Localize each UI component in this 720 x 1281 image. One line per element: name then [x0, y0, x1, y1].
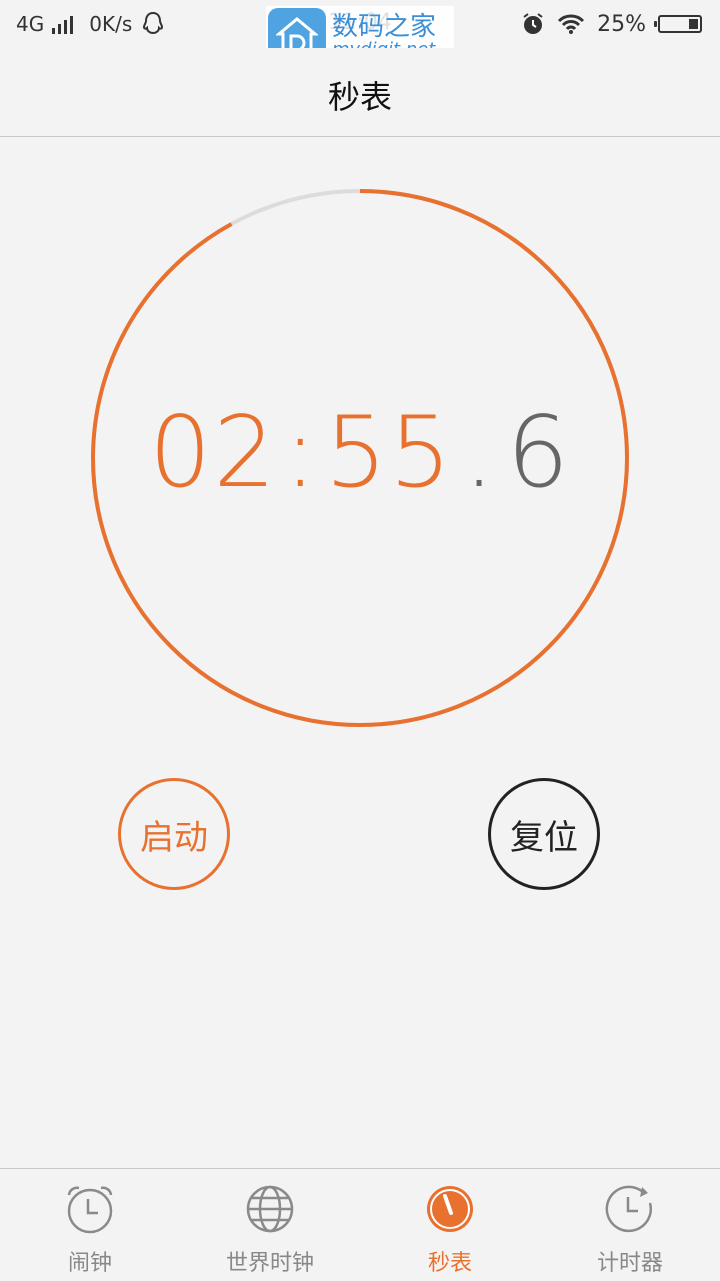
battery-level [689, 19, 698, 29]
watermark-name: 数码之家 [332, 11, 437, 42]
wifi-icon [558, 14, 585, 34]
tab-label: 闹钟 [67, 1251, 112, 1276]
globe-icon [246, 1185, 294, 1233]
start-button[interactable]: 启动 [118, 778, 230, 890]
battery-icon [654, 15, 702, 33]
alarm-clock-icon [67, 1186, 113, 1234]
stopwatch-icon [427, 1186, 473, 1232]
tab-label: 秒表 [427, 1251, 472, 1276]
battery-percent: 25% [597, 11, 646, 37]
elapsed-seconds: 55 [324, 396, 454, 510]
decimal-point: . [463, 396, 497, 510]
tab-world-clock[interactable]: 世界时钟 [180, 1169, 360, 1281]
page-title: 秒表 [327, 78, 392, 116]
alarm-icon [523, 13, 543, 34]
tab-timer[interactable]: 计时器 [540, 1169, 720, 1281]
tab-label: 世界时钟 [225, 1251, 314, 1276]
elapsed-minutes: 02 [149, 396, 278, 510]
tab-stopwatch[interactable]: 秒表 [360, 1169, 540, 1281]
elapsed-time: 02 : 55 . 6 [90, 396, 630, 516]
elapsed-tenths: 6 [506, 396, 571, 510]
time-separator: : [283, 396, 319, 510]
title-bar: 秒表 [0, 48, 720, 137]
reset-button[interactable]: 复位 [488, 778, 600, 890]
timer-icon [605, 1185, 652, 1233]
tab-alarm[interactable]: 闹钟 [0, 1169, 180, 1281]
bottom-tab-bar: 闹钟 世界时钟 秒表 计时器 [0, 1168, 720, 1281]
tab-label: 计时器 [596, 1251, 663, 1276]
status-right: 25% [521, 10, 702, 38]
